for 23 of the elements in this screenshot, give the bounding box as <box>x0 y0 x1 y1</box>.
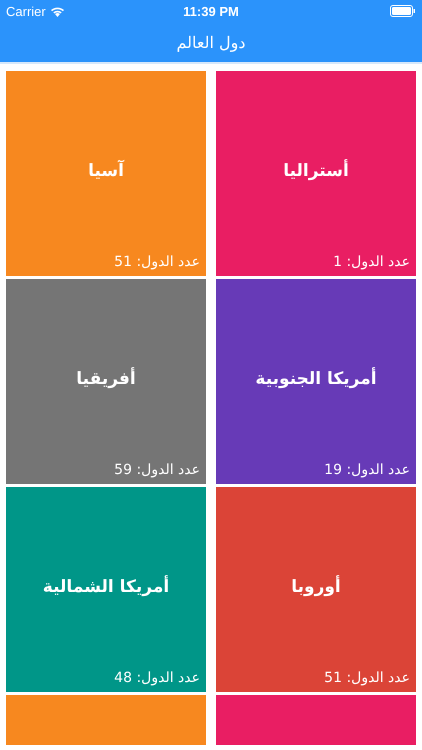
country-count: عدد الدول: 51 <box>324 670 410 686</box>
continent-name: أمريكا الشمالية <box>42 577 170 597</box>
country-count: عدد الدول: 1 <box>333 254 410 270</box>
battery-icon <box>390 5 416 17</box>
country-count: عدد الدول: 51 <box>114 254 200 270</box>
continent-name: أوروبا <box>291 577 341 597</box>
continent-name: أفريقيا <box>76 369 136 389</box>
continent-card[interactable]: أستراليا عدد الدول: 1 <box>216 71 416 276</box>
country-count: عدد الدول: 48 <box>114 670 200 686</box>
continent-name: أمريكا الجنوبية <box>255 369 377 389</box>
nav-title: دول العالم <box>176 32 246 52</box>
continent-name: أستراليا <box>283 161 349 181</box>
continent-card[interactable]: آسيا عدد الدول: 51 <box>6 71 206 276</box>
country-count: عدد الدول: 19 <box>324 462 410 478</box>
continent-card[interactable]: أوروبا عدد الدول: 51 <box>216 487 416 692</box>
wifi-icon <box>50 6 65 16</box>
carrier-label: Carrier <box>6 4 46 18</box>
status-time: 11:39 PM <box>183 4 239 18</box>
continent-card[interactable]: أمريكا الشمالية عدد الدول: 48 <box>6 487 206 692</box>
continent-card[interactable]: أفريقيا عدد الدول: 59 <box>6 279 206 484</box>
continent-name: آسيا <box>88 161 124 181</box>
country-count: عدد الدول: 59 <box>114 462 200 478</box>
continent-card[interactable]: أمريكا الجنوبية عدد الدول: 19 <box>216 279 416 484</box>
